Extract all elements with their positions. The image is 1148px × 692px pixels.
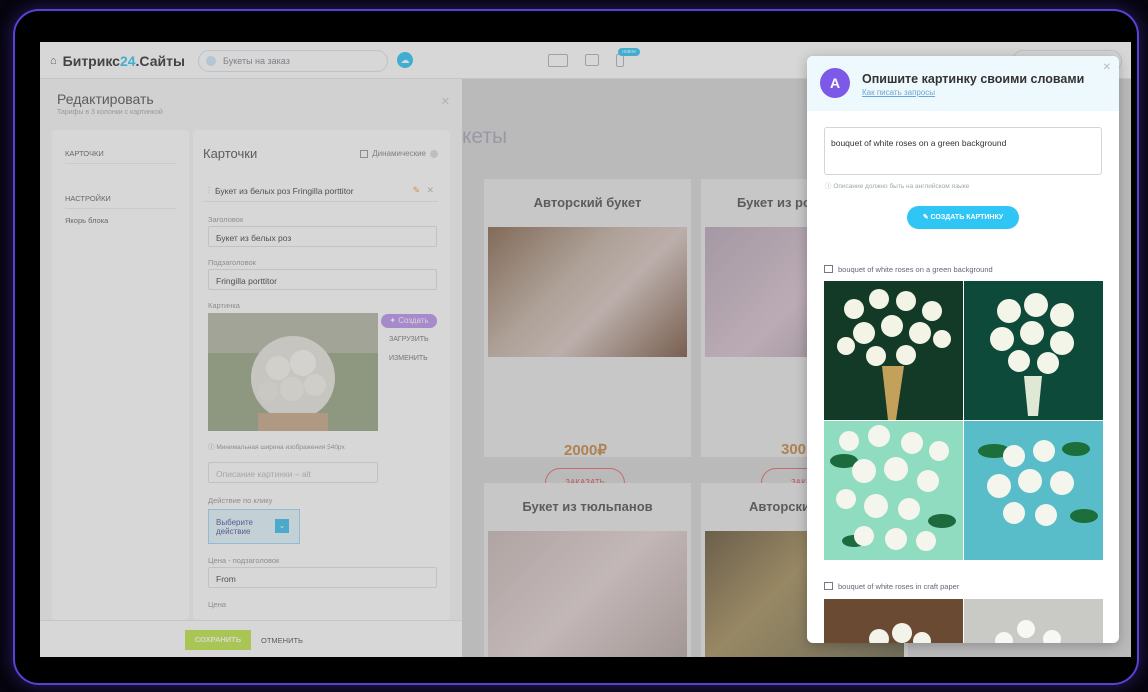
- ai-logo-icon: A: [820, 68, 850, 98]
- prompt-hint-text: Описание должно быть на английском языке: [833, 183, 970, 190]
- generated-image[interactable]: [964, 421, 1103, 560]
- generated-image[interactable]: [964, 281, 1103, 420]
- create-image-button[interactable]: ✎ СОЗДАТЬ КАРТИНКУ: [907, 206, 1019, 229]
- result-group-title: bouquet of white roses on a green backgr…: [824, 265, 993, 274]
- roses-image: [964, 599, 1103, 643]
- result-group-title: bouquet of white roses in craft paper: [824, 582, 959, 591]
- result-group-title-text: bouquet of white roses in craft paper: [838, 582, 960, 591]
- generated-image[interactable]: [824, 599, 963, 643]
- generated-image[interactable]: [824, 421, 963, 560]
- generated-image[interactable]: [824, 281, 963, 420]
- roses-image: [824, 281, 963, 420]
- result-group-title-text: bouquet of white roses on a green backgr…: [838, 265, 993, 274]
- screen: кеты Авторский букет 2000₽ ЗАКАЗАТЬ Буке…: [40, 42, 1131, 657]
- ai-image-panel: A Опишите картинку своими словами Как пи…: [807, 56, 1119, 643]
- create-image-label: СОЗДАТЬ КАРТИНКУ: [930, 214, 1004, 221]
- generated-image[interactable]: [964, 599, 1103, 643]
- ai-panel-title: Опишите картинку своими словами: [862, 72, 1085, 86]
- prompt-hint: ⓘ Описание должно быть на английском язы…: [825, 183, 970, 190]
- ai-panel-header: A Опишите картинку своими словами Как пи…: [807, 56, 1119, 111]
- roses-image: [824, 421, 963, 560]
- roses-image: [824, 599, 963, 643]
- roses-image: [964, 421, 1103, 560]
- prompt-input[interactable]: bouquet of white roses on a green backgr…: [824, 127, 1102, 175]
- image-icon: [824, 265, 833, 273]
- roses-image: [964, 281, 1103, 420]
- prompt-help-link[interactable]: Как писать запросы: [862, 88, 935, 97]
- image-icon: [824, 582, 833, 590]
- close-icon[interactable]: ✕: [1103, 62, 1111, 73]
